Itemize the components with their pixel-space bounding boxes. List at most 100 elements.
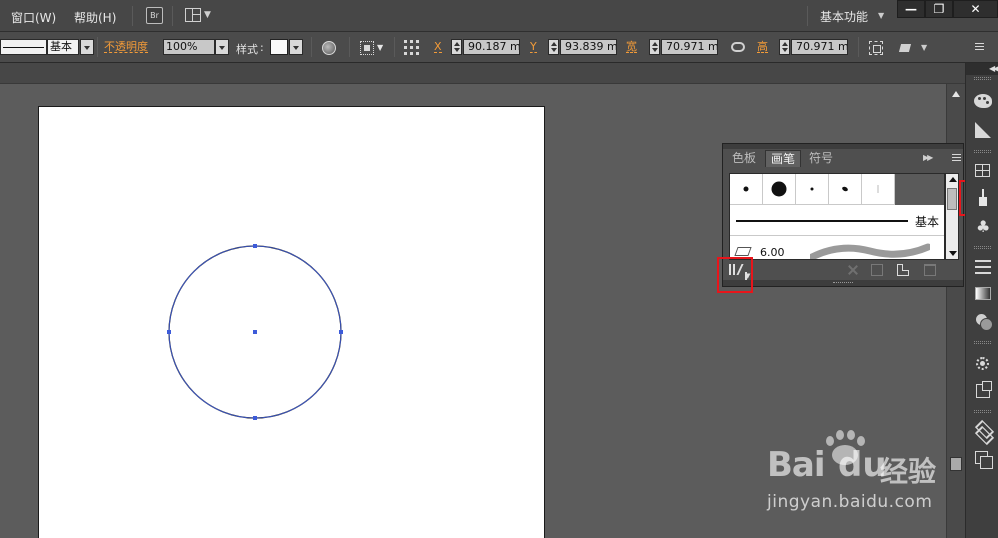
stroke-style-dropdown[interactable] <box>80 39 94 55</box>
stroke-icon[interactable] <box>972 256 994 278</box>
gradient-icon[interactable] <box>972 283 994 305</box>
brush-swatch[interactable] <box>763 174 796 205</box>
anchor-point[interactable] <box>167 330 171 334</box>
stroke-style-field[interactable]: 基本 <box>47 39 79 55</box>
scroll-thumb[interactable] <box>950 457 962 471</box>
graphic-style-swatch[interactable] <box>270 39 288 55</box>
menu-separator <box>172 6 173 26</box>
panel-resize-handle[interactable] <box>723 280 963 286</box>
brush-row-art[interactable]: 6.00 <box>730 237 944 259</box>
restore-button[interactable]: ❐ <box>925 0 953 18</box>
tab-brushes[interactable]: 画笔 <box>765 150 802 167</box>
watermark-bai: Bai <box>767 445 826 485</box>
stroke-preview[interactable] <box>0 39 47 55</box>
symbols-icon[interactable]: ♣ <box>972 216 994 238</box>
chevron-down-icon: ▼ <box>204 10 211 20</box>
delete-brush-icon[interactable] <box>924 264 936 276</box>
collapse-dock-icon[interactable]: ◀◀ <box>989 64 998 73</box>
width-field[interactable]: 70.971 mm <box>661 39 718 55</box>
swatches-icon[interactable] <box>972 160 994 182</box>
opacity-field[interactable]: 100% <box>163 39 215 55</box>
graphic-style-dropdown[interactable] <box>289 39 303 55</box>
x-spinner[interactable] <box>451 39 462 55</box>
constrain-proportions-icon[interactable] <box>731 42 745 52</box>
artboard[interactable] <box>38 106 545 538</box>
layers-icon[interactable] <box>972 421 994 443</box>
expand-panel-icon[interactable]: ▶▶ <box>923 153 933 162</box>
dock-grip[interactable] <box>974 341 991 344</box>
chevron-down-icon[interactable]: ▼ <box>878 11 884 20</box>
control-panel-menu-icon[interactable] <box>970 42 984 52</box>
scroll-up-icon[interactable] <box>949 177 957 182</box>
panel-menu-icon[interactable] <box>945 153 961 163</box>
brush-list-scrollbar[interactable] <box>945 173 959 260</box>
color-palette-icon[interactable] <box>972 90 994 112</box>
brush-row-basic[interactable]: 基本 <box>730 206 944 236</box>
height-spinner[interactable] <box>779 39 790 55</box>
dock-header: ◀◀ <box>966 63 998 75</box>
x-field[interactable]: 90.187 mm <box>463 39 520 55</box>
arrange-documents-button[interactable]: ▼ <box>185 8 213 24</box>
tab-swatches[interactable]: 色板 <box>727 150 761 167</box>
opacity-dropdown[interactable] <box>215 39 229 55</box>
align-icon[interactable] <box>360 41 374 55</box>
brushes-panel: 色板 画笔 符号 ▶▶ 基本 6.00 ▼ <box>722 143 964 287</box>
toolbar-separator <box>394 37 395 57</box>
chevron-down-icon[interactable]: ▼ <box>377 43 383 52</box>
dock-grip[interactable] <box>974 246 991 249</box>
scroll-down-icon[interactable] <box>949 251 957 256</box>
art-brush-preview <box>810 243 930 259</box>
brush-swatch[interactable] <box>796 174 829 205</box>
dock-grip[interactable] <box>974 150 991 153</box>
reference-point-icon[interactable] <box>404 40 420 56</box>
height-field[interactable]: 70.971 mm <box>791 39 848 55</box>
brush-options-icon[interactable] <box>871 264 883 276</box>
artboards-icon[interactable] <box>972 448 994 470</box>
colon-text: : <box>260 41 264 54</box>
document-tab-strip <box>0 63 965 84</box>
x-label[interactable]: X <box>434 41 442 53</box>
bridge-button[interactable]: Br <box>146 7 163 24</box>
recolor-artwork-icon[interactable] <box>322 41 336 55</box>
menu-window[interactable]: 窗口(W) <box>11 9 56 26</box>
graphic-styles-icon[interactable] <box>972 380 994 402</box>
anchor-point[interactable] <box>339 330 343 334</box>
scroll-thumb[interactable] <box>947 188 957 210</box>
new-brush-icon[interactable] <box>897 264 909 276</box>
toolbar-separator <box>311 37 312 57</box>
brush-swatch[interactable] <box>730 174 763 205</box>
y-label[interactable]: Y <box>530 41 537 53</box>
minimize-button[interactable]: — <box>897 0 925 18</box>
scroll-up-icon[interactable] <box>952 91 960 97</box>
color-guide-icon[interactable] <box>972 119 994 141</box>
y-field[interactable]: 93.839 mm <box>560 39 617 55</box>
brushes-icon[interactable] <box>972 187 994 209</box>
dock-grip[interactable] <box>974 410 991 413</box>
center-point[interactable] <box>253 330 257 334</box>
arrange-documents-icon <box>185 8 201 22</box>
chevron-down-icon[interactable]: ▼ <box>921 43 927 52</box>
close-button[interactable]: ✕ <box>953 0 998 18</box>
brush-swatch[interactable] <box>862 174 895 205</box>
appearance-icon[interactable] <box>972 353 994 375</box>
isolate-object-icon[interactable] <box>900 41 916 55</box>
anchor-point[interactable] <box>253 416 257 420</box>
menu-help[interactable]: 帮助(H) <box>74 9 116 26</box>
width-label[interactable]: 宽 <box>626 41 637 53</box>
anchor-point[interactable] <box>253 244 257 248</box>
width-spinner[interactable] <box>649 39 660 55</box>
remove-brush-stroke-icon[interactable] <box>847 264 859 276</box>
brush-swatch[interactable] <box>829 174 862 205</box>
tab-symbols[interactable]: 符号 <box>804 150 838 167</box>
opacity-label[interactable]: 不透明度 <box>104 41 148 53</box>
circle-shape[interactable] <box>39 107 546 538</box>
transform-icon[interactable] <box>869 41 883 55</box>
transparency-icon[interactable] <box>972 310 994 332</box>
panel-grip[interactable] <box>723 144 963 149</box>
height-label[interactable]: 高 <box>757 41 768 53</box>
brush-tip <box>877 185 879 193</box>
art-brush-size: 6.00 <box>760 246 785 259</box>
dock-grip[interactable] <box>974 77 991 80</box>
y-spinner[interactable] <box>548 39 559 55</box>
workspace-switcher[interactable]: 基本功能 <box>820 8 868 25</box>
